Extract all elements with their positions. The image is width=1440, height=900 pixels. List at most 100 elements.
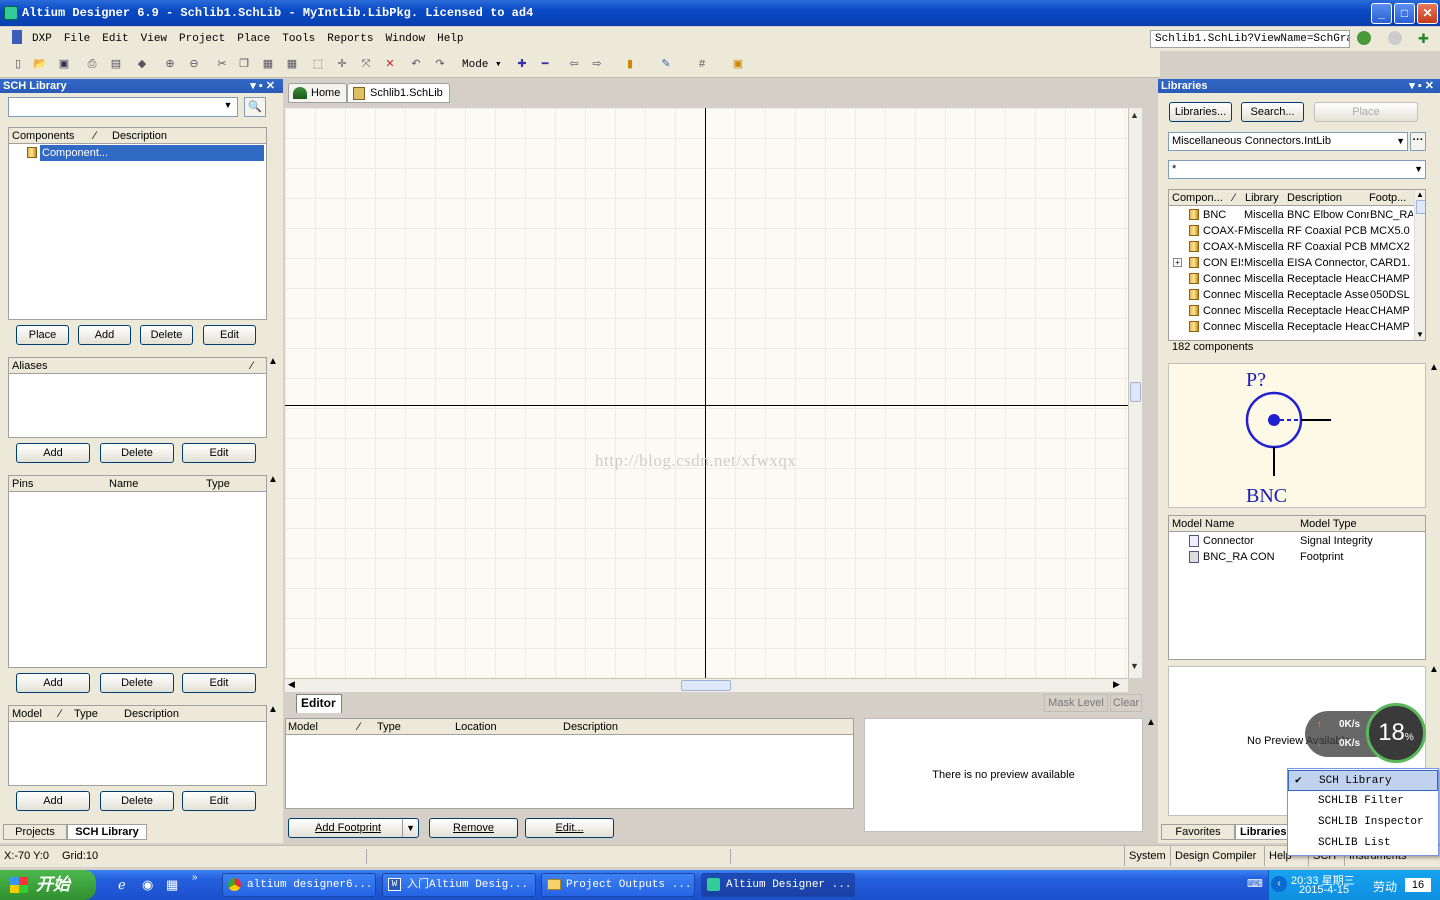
col-description[interactable]: Description <box>112 130 167 142</box>
edit-pin-button[interactable]: Edit <box>182 673 256 693</box>
menu-item-schlib-filter[interactable]: SCHLIB Filter <box>1288 791 1438 812</box>
grid-icon[interactable]: # <box>694 56 710 72</box>
keyboard-icon[interactable]: ⌨ <box>1247 877 1263 891</box>
tab-sch-library[interactable]: SCH Library <box>67 824 147 840</box>
paste-icon[interactable]: ▦ <box>260 56 276 72</box>
place-button[interactable]: Place <box>16 325 69 345</box>
close-button[interactable]: ✕ <box>1417 3 1438 24</box>
library-components-list[interactable]: Compon... ⁄ Library Description Footp... BNC… <box>1168 189 1426 341</box>
col-pins[interactable]: Pins <box>12 478 33 490</box>
col-components[interactable]: Components <box>12 130 74 142</box>
col-library[interactable]: Library <box>1245 192 1279 204</box>
ie-icon[interactable]: ℯ <box>118 877 134 893</box>
drawing-tools-icon[interactable]: ✎ <box>658 56 674 72</box>
panel-close-icon[interactable]: ▾ ▪ ✕ <box>1409 79 1434 93</box>
panel-close-icon[interactable]: ▾ ▪ ✕ <box>250 79 275 93</box>
col-model-name[interactable]: Model Name <box>1172 518 1234 530</box>
add-model-button[interactable]: Add <box>16 791 90 811</box>
scroll-right-icon[interactable]: ▶ <box>1113 679 1120 690</box>
delete-pin-button[interactable]: Delete <box>100 673 174 693</box>
col-model[interactable]: Model <box>288 721 318 733</box>
task-project-outputs[interactable]: Project Outputs ... <box>541 873 695 897</box>
place-pin-icon[interactable]: ▮ <box>622 56 638 72</box>
scroll-up-icon[interactable]: ▲ <box>1416 190 1424 199</box>
collapse-icon[interactable]: ▲ <box>1429 664 1439 675</box>
edit-button[interactable]: Edit... <box>525 818 614 838</box>
tab-favorites[interactable]: Favorites <box>1161 824 1235 840</box>
browser-icon[interactable]: ◉ <box>142 877 158 893</box>
deselect-icon[interactable]: ✕ <box>382 56 398 72</box>
edit-alias-button[interactable]: Edit <box>182 443 256 463</box>
maximize-button[interactable]: □ <box>1394 3 1415 24</box>
task-word[interactable]: W 入门Altium Desig... <box>382 873 536 897</box>
delete-component-button[interactable]: Delete <box>140 325 193 345</box>
collapse-icon[interactable]: ▲ <box>268 356 278 367</box>
zoom-in-icon[interactable]: ⊕ <box>162 56 178 72</box>
table-row[interactable]: COAX-MMiscellaRF Coaxial PCB MMMCX2 <box>1169 239 1413 255</box>
menu-file[interactable]: File <box>58 27 96 51</box>
search-button[interactable]: Search... <box>1241 102 1304 122</box>
start-button[interactable]: 开始 <box>0 870 96 900</box>
remove-part-icon[interactable]: ━ <box>537 56 553 72</box>
tab-editor[interactable]: Editor <box>296 694 342 713</box>
tab-schlib[interactable]: Schlib1.SchLib <box>347 83 450 103</box>
library-model-list[interactable]: Model Name Model Type Connector Signal Int… <box>1168 515 1426 660</box>
menu-project[interactable]: Project <box>173 27 231 51</box>
menu-view[interactable]: View <box>135 27 173 51</box>
print-preview-icon[interactable]: ▤ <box>108 56 124 72</box>
ime-indicator[interactable]: 劳动 <box>1373 878 1397 895</box>
library-list-scrollbar[interactable]: ▲ ▼ <box>1414 190 1425 340</box>
task-altium[interactable]: Altium Designer ... <box>701 873 855 897</box>
tab-projects[interactable]: Projects <box>3 824 67 840</box>
libraries-button[interactable]: Libraries... <box>1169 102 1232 122</box>
memory-percent-widget[interactable]: 18% <box>1366 703 1426 763</box>
delete-model-button[interactable]: Delete <box>100 791 174 811</box>
add-part-icon[interactable]: ✚ <box>514 56 530 72</box>
add-component-button[interactable]: Add <box>78 325 131 345</box>
col-model[interactable]: Model <box>12 708 42 720</box>
table-row[interactable]: + CON EISAMiscellaEISA Connector,CARD1. <box>1169 255 1413 271</box>
minimize-button[interactable]: _ <box>1371 3 1392 24</box>
edit-component-button[interactable]: Edit <box>203 325 256 345</box>
layers-icon[interactable]: ◆ <box>134 56 150 72</box>
col-type[interactable]: Type <box>206 478 230 490</box>
table-row[interactable]: Connec Miscella Receptacle Asse 050DSL <box>1169 287 1413 303</box>
place-library-button[interactable]: Place <box>1314 102 1418 122</box>
open-icon[interactable]: 📂 <box>32 56 48 72</box>
col-description[interactable]: Description <box>124 708 179 720</box>
app-quicklaunch-icon[interactable]: ▦ <box>166 877 182 893</box>
col-type[interactable]: Type <box>377 721 401 733</box>
menu-item-schlib-inspector[interactable]: SCHLIB Inspector <box>1288 812 1438 833</box>
col-aliases[interactable]: Aliases <box>12 360 47 372</box>
cut-icon[interactable]: ✂ <box>214 56 230 72</box>
components-list[interactable]: Components ⁄ Description Component... <box>8 127 267 320</box>
mode-dropdown[interactable]: Mode ▾ <box>462 57 502 71</box>
menu-place[interactable]: Place <box>231 27 276 51</box>
vertical-scrollbar[interactable]: ▲ ▼ <box>1128 108 1142 678</box>
menu-edit[interactable]: Edit <box>96 27 134 51</box>
search-icon[interactable]: 🔍 <box>244 97 266 117</box>
menu-tools[interactable]: Tools <box>276 27 321 51</box>
scroll-down-icon[interactable]: ▼ <box>1416 330 1424 339</box>
table-row[interactable]: Connec Miscella Receptacle Head CHAMP <box>1169 319 1413 335</box>
add-footprint-button[interactable]: Add Footprint ▼ <box>288 818 419 838</box>
clock-date[interactable]: 2015-4-15 <box>1299 884 1349 896</box>
paste-array-icon[interactable]: ▦ <box>284 56 300 72</box>
remove-button[interactable]: Remove <box>429 818 518 838</box>
schematic-canvas[interactable]: http://blog.csdn.net/xfwxqx <box>285 108 1128 678</box>
menu-dxp[interactable]: DXP <box>26 27 58 51</box>
collapse-icon[interactable]: ▲ <box>268 474 278 485</box>
table-row[interactable]: Connec Miscella Receptacle Head CHAMP <box>1169 303 1413 319</box>
save-icon[interactable]: ▣ <box>56 56 72 72</box>
print-icon[interactable]: ⎙ <box>84 56 100 72</box>
collapse-icon[interactable]: ▲ <box>1429 362 1439 373</box>
menu-reports[interactable]: Reports <box>321 27 379 51</box>
chevron-down-icon[interactable]: ▼ <box>1414 161 1423 178</box>
edit-model-button[interactable]: Edit <box>182 791 256 811</box>
chevron-down-icon[interactable]: ▼ <box>1396 133 1405 150</box>
status-design-compiler[interactable]: Design Compiler <box>1170 846 1256 866</box>
list-item[interactable]: Connector Signal Integrity <box>1169 533 1425 549</box>
status-system[interactable]: System <box>1124 846 1166 866</box>
menu-item-sch-library[interactable]: ✔ SCH Library <box>1288 770 1438 791</box>
table-row[interactable]: COAX-FMiscellaRF Coaxial PCB MMCX5.0 <box>1169 223 1413 239</box>
